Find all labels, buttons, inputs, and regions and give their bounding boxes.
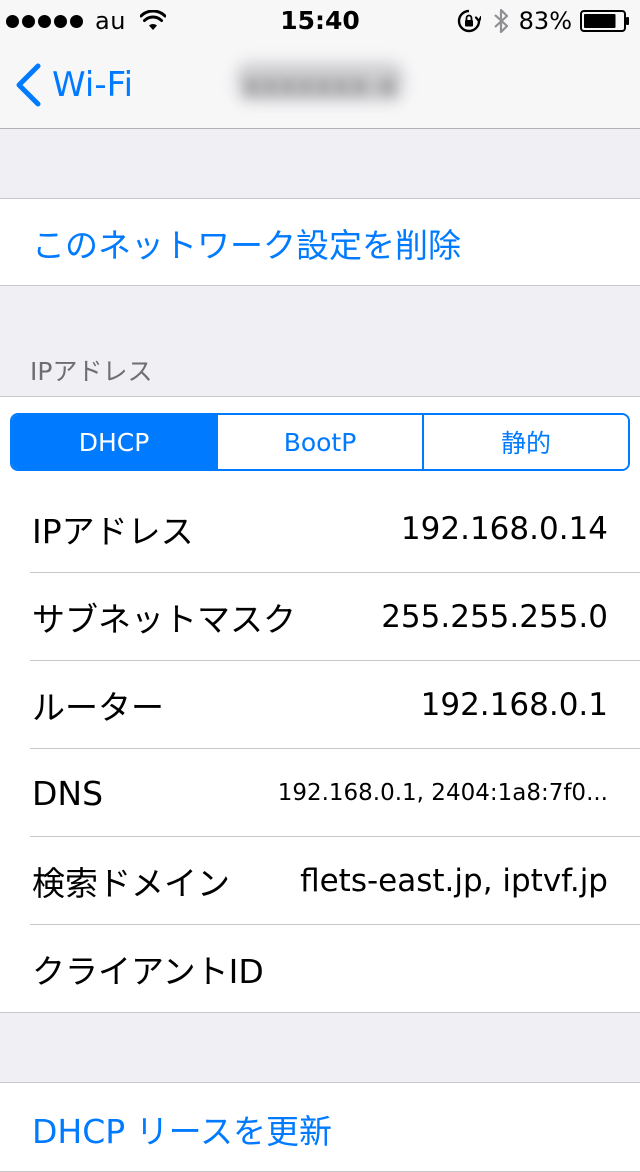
back-button[interactable]: Wi-Fi: [14, 60, 133, 110]
back-button-label: Wi-Fi: [52, 65, 134, 105]
row-value: 192.168.0.1: [420, 687, 608, 723]
row-search-domains[interactable]: 検索ドメイン flets-east.jp, iptvf.jp: [0, 837, 640, 925]
forget-network-group: このネットワーク設定を削除: [0, 198, 640, 286]
row-label: 検索ドメイン: [32, 864, 230, 903]
chevron-left-icon: [16, 63, 41, 107]
segment-static[interactable]: 静的: [422, 415, 628, 469]
ip-mode-segmented-control: DHCP BootP 静的: [10, 413, 630, 471]
forget-network-button[interactable]: このネットワーク設定を削除: [32, 219, 461, 267]
rotation-lock-icon: [457, 9, 481, 33]
row-value: 192.168.0.14: [400, 511, 608, 547]
row-client-id[interactable]: クライアントID: [0, 925, 640, 1013]
row-label: サブネットマスク: [32, 600, 296, 639]
ip-info-list: IPアドレス 192.168.0.14 サブネットマスク 255.255.255…: [0, 485, 640, 1013]
row-dns[interactable]: DNS 192.168.0.1, 2404:1a8:7f0...: [0, 749, 640, 837]
row-label: ルーター: [32, 688, 164, 727]
bluetooth-icon: [493, 8, 508, 34]
ip-settings-group: DHCP BootP 静的 IPアドレス 192.168.0.14 サブネットマ…: [0, 396, 640, 1013]
row-ip-address: IPアドレス 192.168.0.14: [0, 485, 640, 573]
segment-dhcp[interactable]: DHCP: [12, 415, 216, 469]
battery-icon: [580, 10, 629, 32]
row-value: 192.168.0.1, 2404:1a8:7f0...: [277, 780, 608, 806]
row-label: DNS: [32, 773, 104, 813]
section-header-ip: IPアドレス: [30, 357, 153, 386]
status-bar: au 15:40 83%: [0, 0, 640, 40]
battery-percentage: 83%: [518, 7, 572, 35]
page-title: xxxxxxx-x: [243, 68, 397, 103]
segment-bootp[interactable]: BootP: [216, 415, 422, 469]
row-label: IPアドレス: [32, 512, 194, 551]
status-right: 83%: [457, 7, 630, 35]
renew-lease-button[interactable]: DHCP リースを更新: [32, 1105, 332, 1153]
renew-lease-group: DHCP リースを更新: [0, 1082, 640, 1172]
row-label: クライアントID: [32, 952, 264, 991]
row-router: ルーター 192.168.0.1: [0, 661, 640, 749]
row-value: 255.255.255.0: [381, 599, 608, 635]
row-value: flets-east.jp, iptvf.jp: [300, 863, 608, 899]
row-subnet-mask: サブネットマスク 255.255.255.0: [0, 573, 640, 661]
